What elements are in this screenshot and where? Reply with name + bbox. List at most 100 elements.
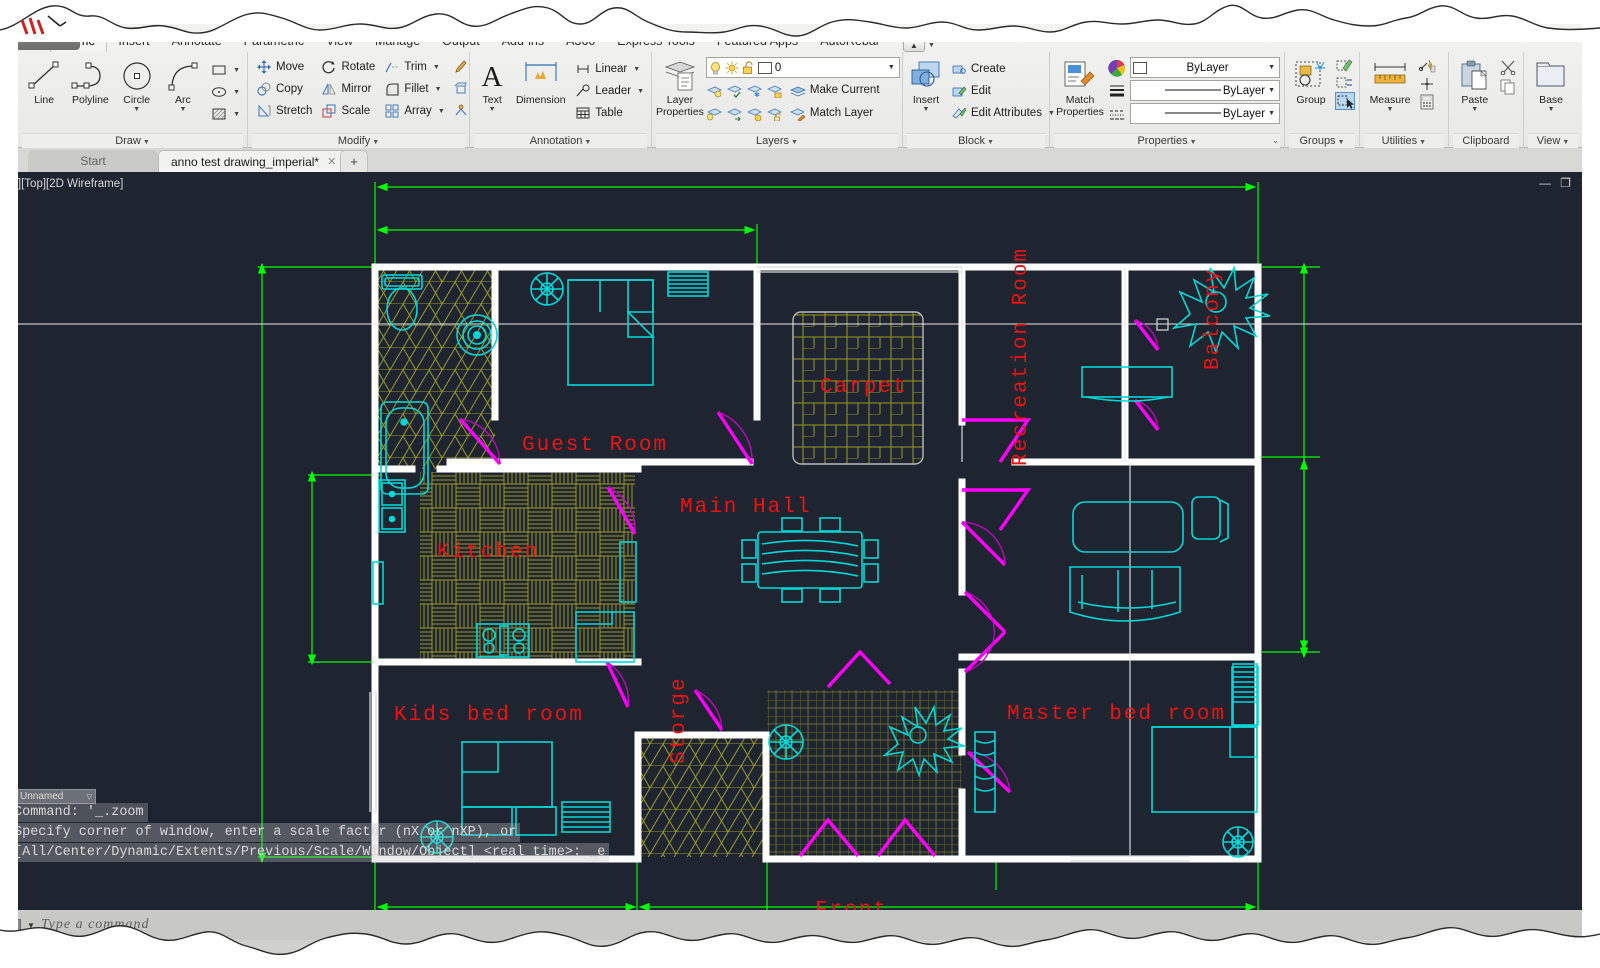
line-button[interactable]: Line xyxy=(22,56,66,106)
layer-off-icon[interactable] xyxy=(706,83,723,98)
layer-properties-button[interactable]: Layer Properties xyxy=(656,56,704,118)
ribbon-minimize-icon[interactable]: ▲ xyxy=(902,39,925,52)
layer-thaw-icon[interactable] xyxy=(746,106,763,121)
chevron-down-icon[interactable]: ▼ xyxy=(233,89,240,96)
drawing-canvas[interactable]: [−][Top][2D Wireframe] — ❐ ✕ xyxy=(0,172,1600,940)
chevron-down-icon[interactable]: ▼ xyxy=(233,67,240,74)
chevron-down-icon[interactable]: ▼ xyxy=(27,921,35,930)
color-wheel-icon[interactable] xyxy=(1108,59,1126,77)
circle-button[interactable]: Circle ▼ xyxy=(115,56,159,113)
color-combo[interactable]: ByLayer ▼ xyxy=(1130,57,1280,78)
edit-block-button[interactable]: Edit xyxy=(947,80,1058,102)
dimension-button[interactable]: Dimension xyxy=(512,56,569,106)
layout-tab-layout1[interactable]: Layout1 xyxy=(73,948,114,960)
calculator-icon[interactable] xyxy=(1418,94,1436,110)
ungroup-icon[interactable] xyxy=(1335,75,1355,91)
panel-title-draw[interactable]: Draw ▼ xyxy=(22,133,243,148)
scale-button[interactable]: Scale xyxy=(317,100,378,122)
chevron-down-icon[interactable]: ▼ xyxy=(633,66,640,73)
measure-button[interactable]: Measure ▼ xyxy=(1364,56,1416,113)
chevron-down-icon[interactable]: ▼ xyxy=(1387,106,1394,113)
tab-insert[interactable]: Insert xyxy=(107,31,160,52)
lineweight-icon[interactable] xyxy=(1108,83,1126,99)
panel-title-modify[interactable]: Modify ▼ xyxy=(252,133,465,148)
close-icon[interactable]: ✕ xyxy=(327,155,336,168)
match-properties-button[interactable]: Match Properties xyxy=(1054,56,1106,118)
linear-dimension-button[interactable]: Linear ▼ xyxy=(571,58,647,80)
chevron-down-icon[interactable]: ▼ xyxy=(1268,110,1277,117)
chevron-down-icon[interactable]: ▼ xyxy=(233,111,240,118)
table-button[interactable]: Table xyxy=(571,102,647,124)
panel-title-block[interactable]: Block ▼ xyxy=(907,133,1045,148)
layer-combo[interactable]: 0 ▼ xyxy=(705,57,900,78)
minimize-icon[interactable]: — xyxy=(1539,177,1551,189)
chevron-down-icon[interactable]: ▼ xyxy=(179,106,186,113)
text-button[interactable]: A Text ▼ xyxy=(474,56,510,113)
create-block-button[interactable]: Create xyxy=(947,58,1058,80)
viewport-label[interactable]: [−][Top][2D Wireframe] xyxy=(8,178,123,190)
layer-freeze-icon[interactable] xyxy=(746,83,763,98)
array-button[interactable]: Array ▼ xyxy=(380,100,447,122)
leader-button[interactable]: Leader ▼ xyxy=(571,80,647,102)
panel-title-clipboard[interactable]: Clipboard xyxy=(1452,133,1520,148)
tab-manage[interactable]: Manage xyxy=(364,31,431,52)
layer-unlock-icon[interactable] xyxy=(766,106,783,121)
layout-tab-model[interactable]: Model xyxy=(22,948,53,960)
group-button[interactable]: Group xyxy=(1289,56,1333,106)
chevron-down-icon[interactable]: ▼ xyxy=(923,106,930,113)
tab-view[interactable]: View xyxy=(315,31,364,52)
command-input-bar[interactable]: ▼ Type a command xyxy=(0,910,1600,940)
unlock-icon[interactable] xyxy=(742,60,755,75)
mirror-button[interactable]: Mirror xyxy=(317,78,378,100)
chevron-down-icon[interactable]: ▽ xyxy=(87,793,92,801)
chevron-down-icon[interactable]: ▼ xyxy=(438,108,445,115)
panel-title-annotation[interactable]: Annotation ▼ xyxy=(474,133,647,148)
cut-icon[interactable] xyxy=(1499,59,1517,75)
restore-icon[interactable]: ❐ xyxy=(1560,177,1571,189)
layout-tab-layout2[interactable]: Layout2 xyxy=(134,948,175,960)
file-tab-start[interactable]: Start xyxy=(28,150,158,172)
rotate-button[interactable]: Rotate xyxy=(317,56,378,78)
panel-title-view[interactable]: View ▼ xyxy=(1528,133,1578,148)
quick-access-toolbar[interactable] xyxy=(18,24,80,50)
arc-button[interactable]: Arc ▼ xyxy=(161,56,205,113)
chevron-down-icon[interactable]: ▼ xyxy=(1268,87,1277,94)
ribbon-overflow[interactable]: ▲ ▼ xyxy=(902,39,935,52)
tab-annotate[interactable]: Annotate xyxy=(161,31,233,52)
chevron-down-icon[interactable]: ▼ xyxy=(1548,106,1555,113)
tab-parametric[interactable]: Parametric xyxy=(233,31,315,52)
ellipse-button[interactable]: ▼ xyxy=(207,81,243,103)
chevron-down-icon[interactable]: ▼ xyxy=(435,86,442,93)
properties-dialog-launcher[interactable]: ⌄ xyxy=(1272,133,1279,148)
point-style-icon[interactable] xyxy=(1418,76,1436,92)
tab-output[interactable]: Output xyxy=(431,31,491,52)
tab-featured-apps[interactable]: Featured Apps xyxy=(706,31,809,52)
make-current-button[interactable]: Make Current xyxy=(786,79,883,101)
polyline-button[interactable]: Polyline xyxy=(68,56,112,106)
chevron-down-icon[interactable]: ▼ xyxy=(433,64,440,71)
linetype-combo[interactable]: ByLayer ▼ xyxy=(1130,80,1280,101)
insert-block-button[interactable]: Insert ▼ xyxy=(907,56,945,113)
stretch-button[interactable]: Stretch xyxy=(252,100,315,122)
chevron-down-icon[interactable]: ▼ xyxy=(637,88,644,95)
file-tab-document[interactable]: anno test drawing_imperial* ✕ xyxy=(158,150,350,172)
fillet-button[interactable]: Fillet ▼ xyxy=(380,78,447,100)
layer-isolate-icon[interactable] xyxy=(726,83,743,98)
group-selection-on-icon[interactable] xyxy=(1335,92,1355,110)
trim-button[interactable]: Trim ▼ xyxy=(380,56,447,78)
chevron-down-icon[interactable]: ▼ xyxy=(928,42,935,49)
chevron-down-icon[interactable]: ▼ xyxy=(1471,106,1478,113)
tab-a360[interactable]: A360 xyxy=(555,31,606,52)
copy-button[interactable]: Copy xyxy=(252,78,315,100)
new-tab-button[interactable]: + xyxy=(340,150,368,172)
paste-button[interactable]: Paste ▼ xyxy=(1453,56,1497,113)
linetype-icon[interactable] xyxy=(1108,106,1126,122)
chevron-down-icon[interactable]: ▼ xyxy=(133,106,140,113)
rectangle-button[interactable]: ▼ xyxy=(207,59,243,81)
layer-lock-icon[interactable] xyxy=(766,83,783,98)
chevron-down-icon[interactable]: ▼ xyxy=(1268,64,1277,71)
chevron-down-icon[interactable]: ▼ xyxy=(888,64,897,71)
panel-title-properties[interactable]: Properties ▼ ⌄ xyxy=(1054,133,1280,148)
lightbulb-icon[interactable] xyxy=(709,61,722,75)
quick-calc-point-icon[interactable] xyxy=(1418,58,1436,74)
